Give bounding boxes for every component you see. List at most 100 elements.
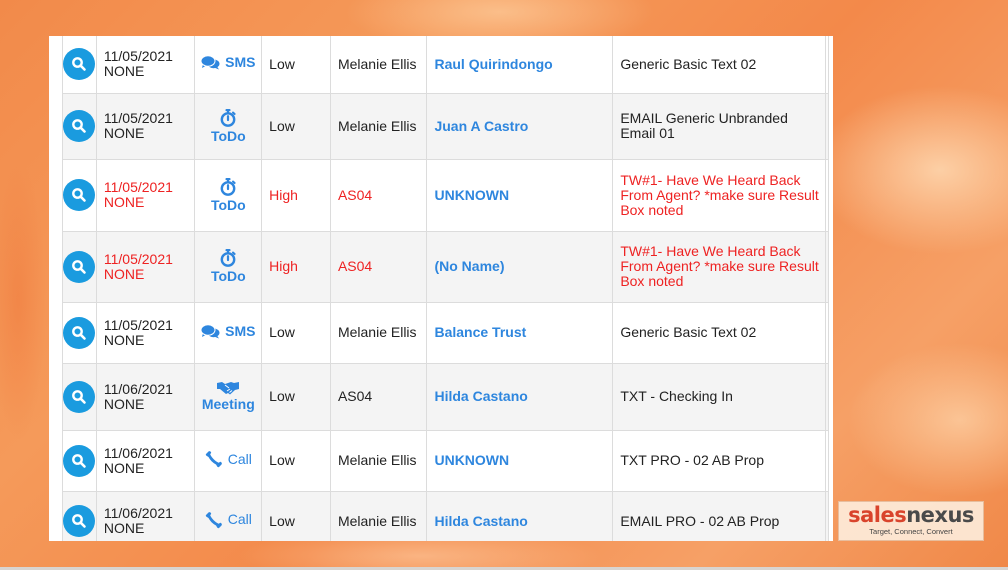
table-row[interactable]: 11/05/2021 NONE ToDo Low Melanie Ellis J… xyxy=(62,92,830,160)
view-cell xyxy=(62,429,97,492)
contact-link[interactable]: Raul Quirindongo xyxy=(434,56,552,72)
activity-type-link[interactable]: ToDo xyxy=(199,108,257,144)
view-activity-button[interactable] xyxy=(63,444,96,477)
view-activity-button[interactable] xyxy=(63,110,96,142)
table-row[interactable]: 11/06/2021 NONE Call Low Melanie Ellis H… xyxy=(62,490,830,541)
search-icon xyxy=(72,389,87,404)
contact-link[interactable]: Balance Trust xyxy=(434,324,526,340)
contact-link[interactable]: Juan A Castro xyxy=(434,118,528,134)
activity-type-label: Call xyxy=(227,511,252,527)
activity-type-link[interactable]: Call xyxy=(199,511,257,532)
activity-type-link[interactable]: SMS xyxy=(199,55,257,73)
search-icon xyxy=(72,259,87,274)
type-cell: ToDo xyxy=(194,92,263,160)
contact-link[interactable]: UNKNOWN xyxy=(434,452,509,468)
stopwatch-icon xyxy=(220,177,236,197)
stopwatch-icon xyxy=(220,249,236,268)
type-cell: Call xyxy=(194,490,263,541)
activity-type-link[interactable]: SMS xyxy=(199,322,257,342)
contact-cell: Juan A Castro xyxy=(426,92,614,160)
date-cell: 11/06/2021 NONE xyxy=(95,362,196,431)
description: TW#1- Have We Heard Back From Agent? *ma… xyxy=(612,230,826,303)
activity-status: NONE xyxy=(103,331,145,348)
view-activity-button[interactable] xyxy=(63,505,96,537)
view-activity-button[interactable] xyxy=(63,179,96,211)
activity-type-label: Meeting xyxy=(201,396,255,412)
type-cell: SMS xyxy=(194,301,263,364)
logo-tagline: Target, Connect, Convert xyxy=(869,527,953,536)
contact-link[interactable]: (No Name) xyxy=(434,258,504,274)
view-cell xyxy=(62,92,97,160)
date-cell: 11/05/2021 NONE xyxy=(95,230,196,303)
description: EMAIL PRO - 02 AB Prop xyxy=(612,490,826,541)
table-row[interactable]: 11/06/2021 NONE Call Low Melanie Ellis U… xyxy=(62,429,830,492)
date-cell: 11/05/2021 NONE xyxy=(95,36,196,94)
table-row[interactable]: 11/05/2021 NONE ToDo High AS04 UNKNOWN T… xyxy=(62,158,830,232)
view-cell xyxy=(62,158,97,232)
description: Generic Basic Text 02 xyxy=(612,36,826,94)
logo-text-sales: sales xyxy=(848,503,907,527)
activity-status: NONE xyxy=(103,459,145,476)
activity-date: 11/06/2021 xyxy=(103,444,173,461)
contact-link[interactable]: Hilda Castano xyxy=(434,513,527,529)
activity-type-link[interactable]: Meeting xyxy=(199,381,257,412)
view-activity-button[interactable] xyxy=(63,380,96,413)
extra-cell xyxy=(824,362,830,431)
activity-type-label: SMS xyxy=(225,322,256,339)
sms-chat-icon xyxy=(201,323,220,339)
view-activity-button[interactable] xyxy=(63,316,96,349)
view-activity-button[interactable] xyxy=(63,250,96,283)
extra-cell xyxy=(824,158,830,232)
table-row[interactable]: 11/05/2021 NONE ToDo High AS04 (No Name)… xyxy=(62,230,830,303)
table-row[interactable]: 11/05/2021 NONE SMS Low Melanie Ellis Ba… xyxy=(62,301,830,364)
type-cell: ToDo xyxy=(194,158,263,232)
activity-type-label: Call xyxy=(227,450,252,467)
activity-table-container: 11/05/2021 NONE SMS Low Melanie Ellis Ra… xyxy=(49,36,833,541)
activity-date: 11/06/2021 xyxy=(103,380,173,397)
table-row[interactable]: 11/05/2021 NONE SMS Low Melanie Ellis Ra… xyxy=(62,36,830,94)
date-cell: 11/06/2021 NONE xyxy=(95,429,196,492)
type-cell: ToDo xyxy=(194,230,263,303)
description: Generic Basic Text 02 xyxy=(612,301,826,364)
priority: High xyxy=(261,158,331,232)
view-cell xyxy=(62,230,97,303)
activity-date: 11/05/2021 xyxy=(103,110,173,126)
search-icon xyxy=(72,453,87,468)
priority: Low xyxy=(261,490,331,541)
type-cell: SMS xyxy=(194,36,263,94)
owner: Melanie Ellis xyxy=(329,490,428,541)
extra-cell xyxy=(824,36,830,94)
date-cell: 11/05/2021 NONE xyxy=(95,158,196,232)
contact-link[interactable]: Hilda Castano xyxy=(434,388,527,404)
activity-type-link[interactable]: ToDo xyxy=(199,249,257,284)
phone-icon xyxy=(205,511,223,529)
contact-link[interactable]: UNKNOWN xyxy=(434,187,509,203)
activity-date: 11/05/2021 xyxy=(103,316,173,333)
extra-cell xyxy=(824,230,830,303)
sms-chat-icon xyxy=(201,55,220,70)
description: TXT - Checking In xyxy=(612,362,826,431)
activity-status: NONE xyxy=(103,194,145,210)
owner: AS04 xyxy=(329,362,428,431)
view-activity-button[interactable] xyxy=(63,48,96,81)
logo-text-nexus: nexus xyxy=(906,503,974,527)
date-cell: 11/05/2021 NONE xyxy=(95,301,196,364)
table-row[interactable]: 11/06/2021 NONE Meeting Low AS04 Hilda C… xyxy=(62,362,830,431)
owner: AS04 xyxy=(329,230,428,303)
view-cell xyxy=(62,362,97,431)
contact-cell: UNKNOWN xyxy=(426,158,614,232)
activity-status: NONE xyxy=(103,125,145,141)
activity-type-link[interactable]: ToDo xyxy=(199,177,257,213)
type-cell: Meeting xyxy=(194,362,263,431)
view-cell xyxy=(62,36,97,94)
stopwatch-icon xyxy=(220,108,236,128)
phone-icon xyxy=(205,450,223,468)
view-cell xyxy=(62,490,97,541)
contact-cell: UNKNOWN xyxy=(426,429,614,492)
activity-type-link[interactable]: Call xyxy=(199,450,257,471)
activity-status: NONE xyxy=(103,520,145,536)
activity-status: NONE xyxy=(103,63,145,80)
owner: AS04 xyxy=(329,158,428,232)
contact-cell: Balance Trust xyxy=(426,301,614,364)
activity-type-label: ToDo xyxy=(210,127,246,144)
